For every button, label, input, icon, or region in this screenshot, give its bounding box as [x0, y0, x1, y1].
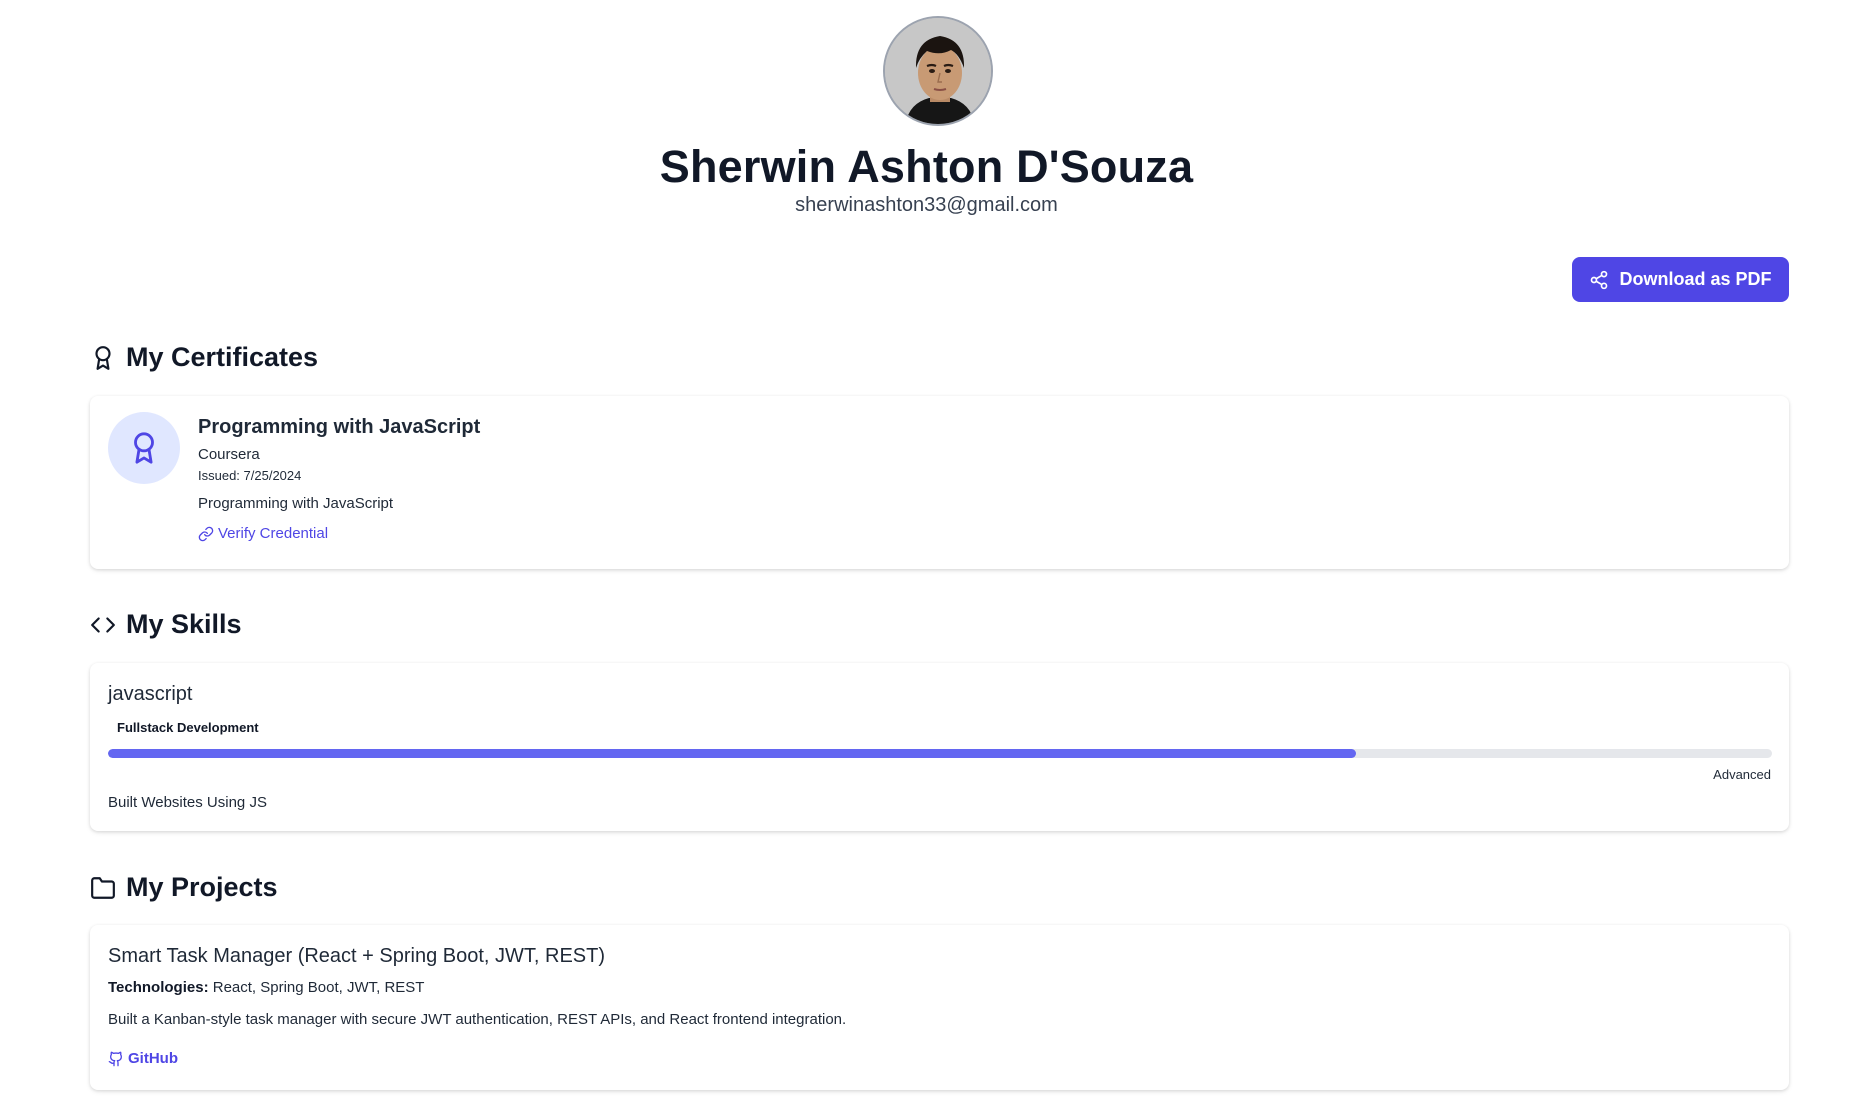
- link-icon: [198, 526, 214, 541]
- profile-avatar: [883, 16, 993, 126]
- skill-level: Advanced: [1713, 767, 1771, 782]
- project-technologies: Technologies: React, Spring Boot, JWT, R…: [108, 979, 424, 996]
- share-icon: [1591, 270, 1608, 289]
- download-pdf-label: Download as PDF: [1619, 269, 1772, 289]
- github-link[interactable]: GitHub: [108, 1050, 178, 1067]
- avatar-portrait: [885, 18, 991, 124]
- skill-name: javascript: [108, 683, 193, 705]
- project-technologies-value: React, Spring Boot, JWT, REST: [212, 979, 425, 996]
- certificate-title: Programming with JavaScript: [198, 416, 481, 438]
- profile-email: sherwinashton33@gmail.com: [795, 194, 1058, 216]
- verify-credential-link[interactable]: Verify Credential: [198, 525, 328, 542]
- skill-card: javascript Fullstack Development Advance…: [90, 663, 1789, 831]
- profile-name: Sherwin Ashton D'Souza: [659, 141, 1194, 192]
- certificates-heading-label: My Certificates: [126, 342, 319, 372]
- download-pdf-button[interactable]: Download as PDF: [1572, 257, 1789, 302]
- project-card: Smart Task Manager (React + Spring Boot,…: [90, 925, 1789, 1090]
- skill-description: Built Websites Using JS: [108, 794, 267, 811]
- certificate-card: Programming with JavaScript Coursera Iss…: [90, 396, 1789, 569]
- github-icon: [108, 1051, 123, 1066]
- certificates-heading: My Certificates: [90, 342, 318, 373]
- certificate-description: Programming with JavaScript: [198, 495, 394, 512]
- project-description: Built a Kanban-style task manager with s…: [108, 1011, 847, 1028]
- award-icon: [134, 432, 154, 464]
- project-technologies-label: Technologies:: [108, 979, 209, 996]
- skill-progress-fill: [108, 749, 1356, 758]
- folder-icon: [91, 876, 115, 899]
- certificate-issuer: Coursera: [198, 446, 260, 463]
- certificate-issued-date: Issued: 7/25/2024: [198, 468, 302, 483]
- verify-credential-label: Verify Credential: [218, 525, 329, 542]
- skill-category: Fullstack Development: [117, 720, 259, 735]
- skills-heading: My Skills: [90, 609, 242, 640]
- certificate-badge: [108, 412, 180, 484]
- skills-heading-label: My Skills: [126, 609, 242, 639]
- github-link-label: GitHub: [128, 1050, 178, 1067]
- projects-heading-label: My Projects: [126, 872, 278, 902]
- code-icon: [91, 616, 115, 633]
- project-title: Smart Task Manager (React + Spring Boot,…: [108, 945, 606, 967]
- projects-heading: My Projects: [90, 872, 278, 903]
- award-icon: [95, 345, 111, 370]
- skill-progress-bar: [108, 749, 1772, 758]
